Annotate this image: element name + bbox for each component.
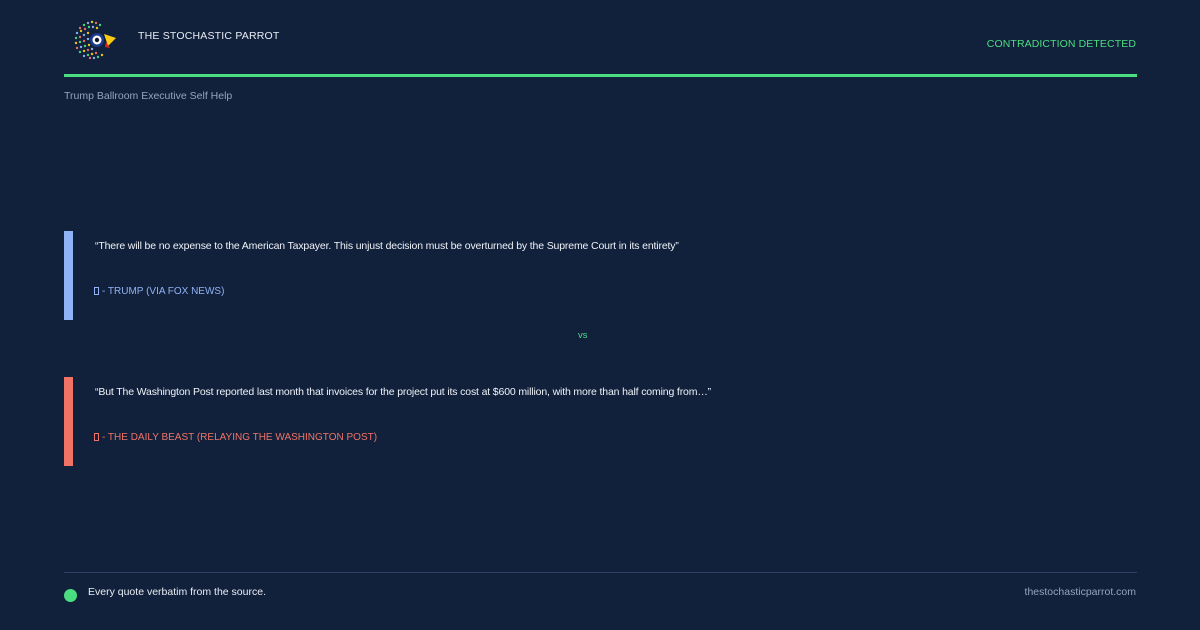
- parrot-logo-icon: [74, 20, 116, 60]
- footer-divider: [64, 572, 1137, 573]
- site-link[interactable]: thestochasticparrot.com: [1025, 586, 1136, 598]
- claim-card-trump: “There will be no expense to the America…: [64, 231, 1137, 320]
- footer-note: Every quote verbatim from the source.: [88, 586, 266, 598]
- versus-label: vs: [578, 330, 588, 341]
- claim-quote: “There will be no expense to the America…: [95, 240, 679, 252]
- claim-source-text: - THE DAILY BEAST (RELAYING THE WASHINGT…: [102, 432, 378, 443]
- status-label: CONTRADICTION DETECTED: [986, 38, 1136, 50]
- claim-quote: “But The Washington Post reported last m…: [95, 386, 712, 398]
- claim-card-daily-beast: “But The Washington Post reported last m…: [64, 377, 1137, 466]
- status-dot-icon: [64, 589, 77, 602]
- claim-source: - THE DAILY BEAST (RELAYING THE WASHINGT…: [94, 432, 377, 443]
- missing-glyph-icon: [94, 433, 99, 441]
- missing-glyph-icon: [94, 287, 99, 295]
- header-divider: [64, 74, 1137, 77]
- claim-accent-bar: [64, 231, 73, 320]
- claim-source-text: - TRUMP (VIA FOX NEWS): [102, 286, 225, 297]
- brand-name: THE STOCHASTIC PARROT: [138, 30, 280, 42]
- page-subtitle: Trump Ballroom Executive Self Help: [64, 90, 233, 102]
- claim-source: - TRUMP (VIA FOX NEWS): [94, 286, 224, 297]
- claim-accent-bar: [64, 377, 73, 466]
